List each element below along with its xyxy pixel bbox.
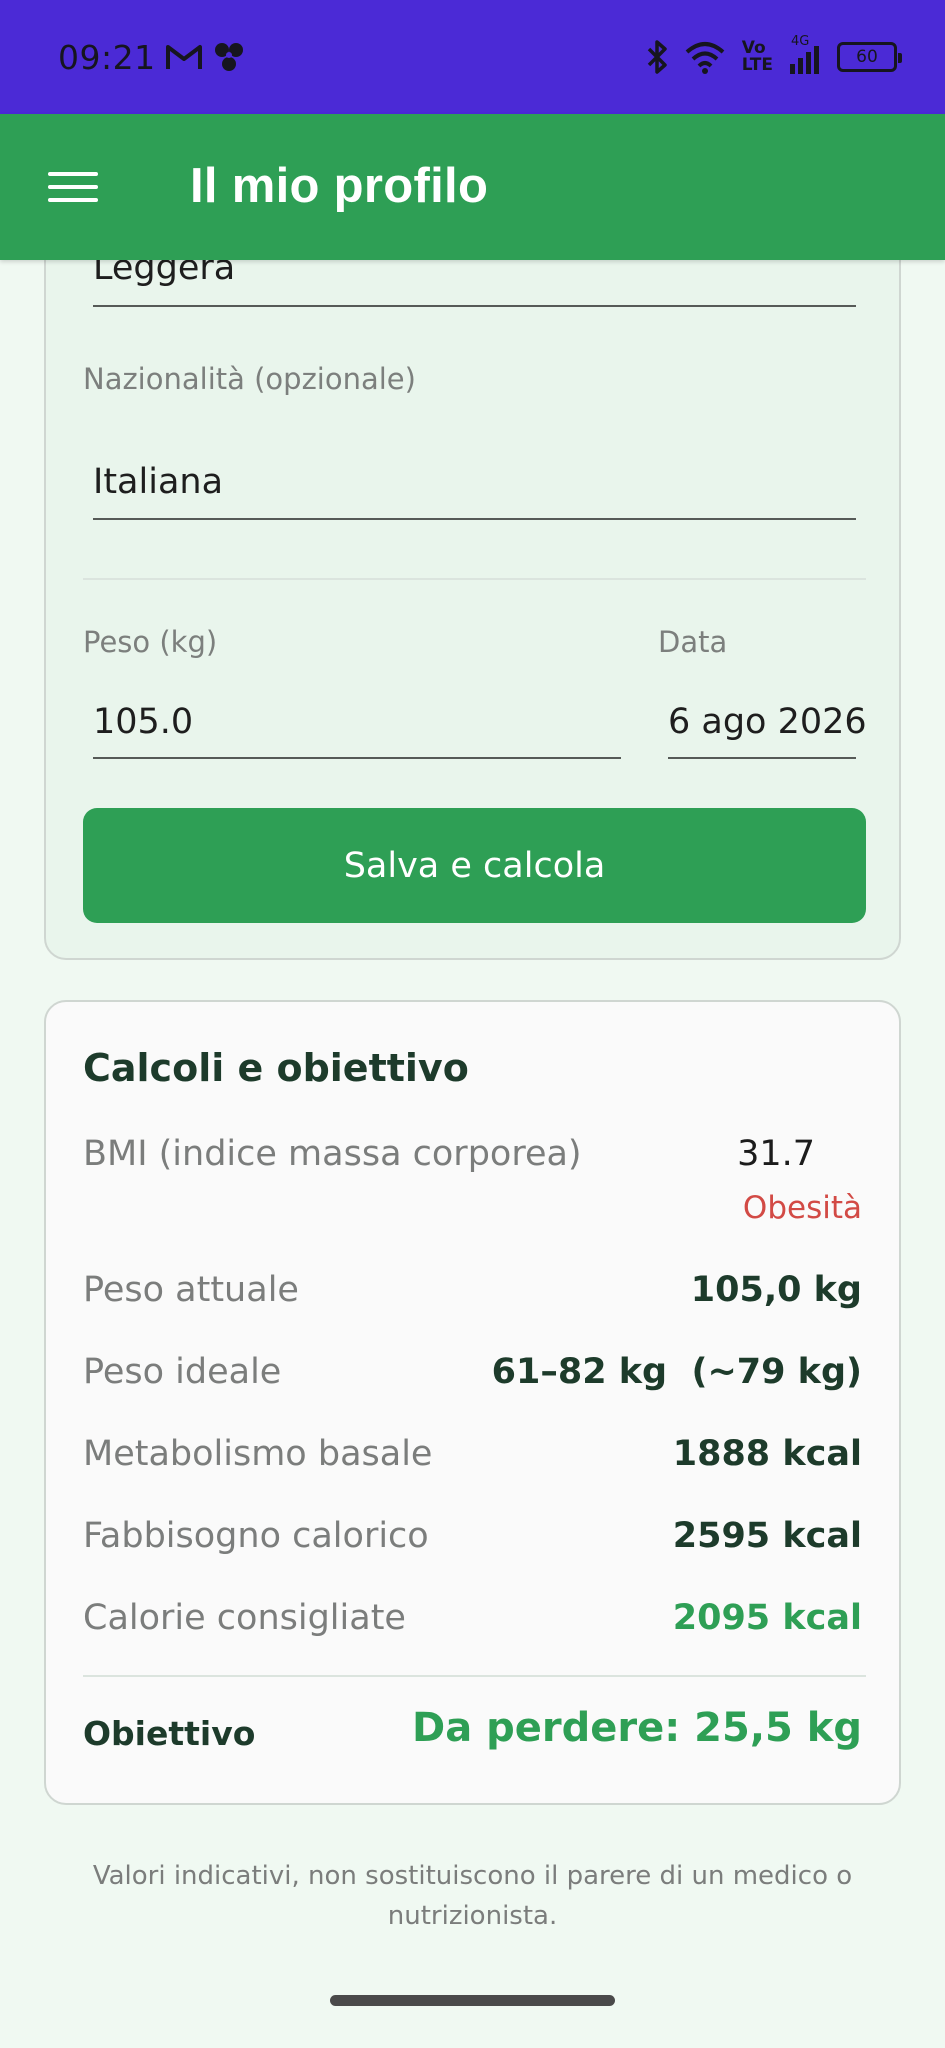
- weight-underline: [93, 757, 621, 759]
- current-weight-value: 105,0 kg: [690, 1270, 862, 1310]
- nationality-label: Nazionalità (opzionale): [83, 362, 416, 396]
- status-left: 09:21: [58, 38, 246, 77]
- disclaimer-text: Valori indicativi, non sostituiscono il …: [92, 1861, 853, 1931]
- signal-strength: 4G: [789, 34, 821, 74]
- save-calculate-button[interactable]: Salva e calcola: [83, 808, 866, 923]
- gmail-icon: [165, 45, 202, 69]
- nationality-underline: [93, 518, 856, 520]
- bluetooth-icon: [647, 40, 667, 74]
- status-time: 09:21: [58, 37, 156, 77]
- needs-value: 2595 kcal: [672, 1516, 862, 1556]
- bmi-label: BMI (indice massa corporea): [83, 1134, 582, 1174]
- activity-underline: [93, 305, 856, 307]
- calc-title: Calcoli e obiettivo: [83, 1046, 469, 1090]
- home-indicator[interactable]: [330, 1995, 615, 2006]
- calculations-card: Calcoli e obiettivo BMI (indice massa co…: [44, 1000, 901, 1805]
- bmi-category: Obesità: [742, 1190, 862, 1226]
- volte-bottom: LTE: [741, 55, 773, 75]
- calc-divider: [83, 1675, 866, 1677]
- nationality-field[interactable]: Italiana: [93, 462, 223, 502]
- signal-type-label: 4G: [791, 34, 810, 49]
- volte-indicator: Vo LTE: [742, 40, 773, 74]
- profile-card: Leggera Nazionalità (opzionale) Italiana…: [44, 180, 901, 960]
- ideal-weight-value: 61–82 kg (~79 kg): [491, 1352, 862, 1392]
- ideal-weight-label: Peso ideale: [83, 1352, 282, 1392]
- status-right: Vo LTE 4G 60: [646, 34, 902, 75]
- goal-value: Da perdere: 25,5 kg: [412, 1705, 862, 1751]
- weight-label: Peso (kg): [83, 625, 218, 659]
- bmi-value: 31.7: [737, 1134, 815, 1174]
- wifi-icon: [685, 42, 725, 74]
- goal-label: Obiettivo: [83, 1714, 256, 1753]
- section-divider: [83, 578, 866, 580]
- page-title: Il mio profilo: [190, 159, 489, 213]
- bmr-value: 1888 kcal: [672, 1434, 862, 1474]
- recommended-label: Calorie consigliate: [83, 1598, 406, 1638]
- bmr-label: Metabolismo basale: [83, 1434, 433, 1474]
- date-underline: [668, 757, 856, 759]
- weight-field[interactable]: 105.0: [93, 702, 193, 742]
- current-weight-label: Peso attuale: [83, 1270, 299, 1310]
- recommended-value: 2095 kcal: [672, 1598, 862, 1638]
- date-field[interactable]: 6 ago 2026: [668, 702, 867, 742]
- status-bar: 09:21 Vo LTE 4G 60: [0, 0, 945, 114]
- date-label: Data: [658, 625, 728, 659]
- battery-level: 60: [856, 47, 878, 67]
- needs-label: Fabbisogno calorico: [83, 1516, 429, 1556]
- app-bar: Il mio profilo: [0, 114, 945, 260]
- menu-icon[interactable]: [48, 172, 98, 202]
- app-notification-icon: [214, 43, 243, 71]
- battery-icon: 60: [837, 42, 902, 72]
